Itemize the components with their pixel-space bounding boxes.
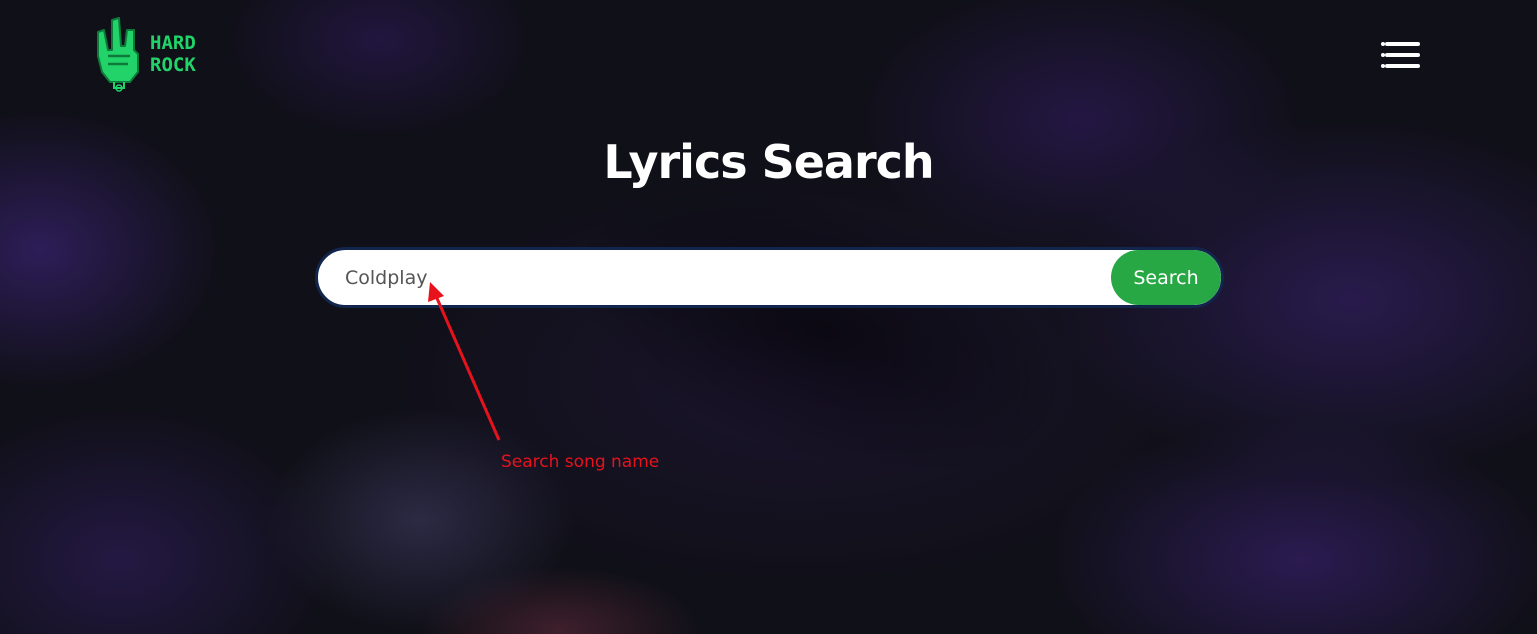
rock-hand-icon (94, 16, 142, 92)
logo-wordmark: HARD ROCK (150, 32, 196, 76)
logo-text-line2: ROCK (150, 54, 196, 76)
logo-text-line1: HARD (150, 32, 196, 54)
search-bar: Search (315, 247, 1224, 308)
hamburger-menu-icon[interactable] (1378, 38, 1424, 72)
page-title: Lyrics Search (603, 135, 934, 189)
menu-line-3 (1385, 64, 1420, 68)
site-logo[interactable]: HARD ROCK (94, 16, 196, 92)
search-button[interactable]: Search (1111, 250, 1221, 305)
search-input[interactable] (318, 250, 1113, 305)
annotation-label: Search song name (501, 452, 660, 472)
menu-line-1 (1385, 42, 1420, 46)
menu-line-2 (1385, 53, 1420, 57)
